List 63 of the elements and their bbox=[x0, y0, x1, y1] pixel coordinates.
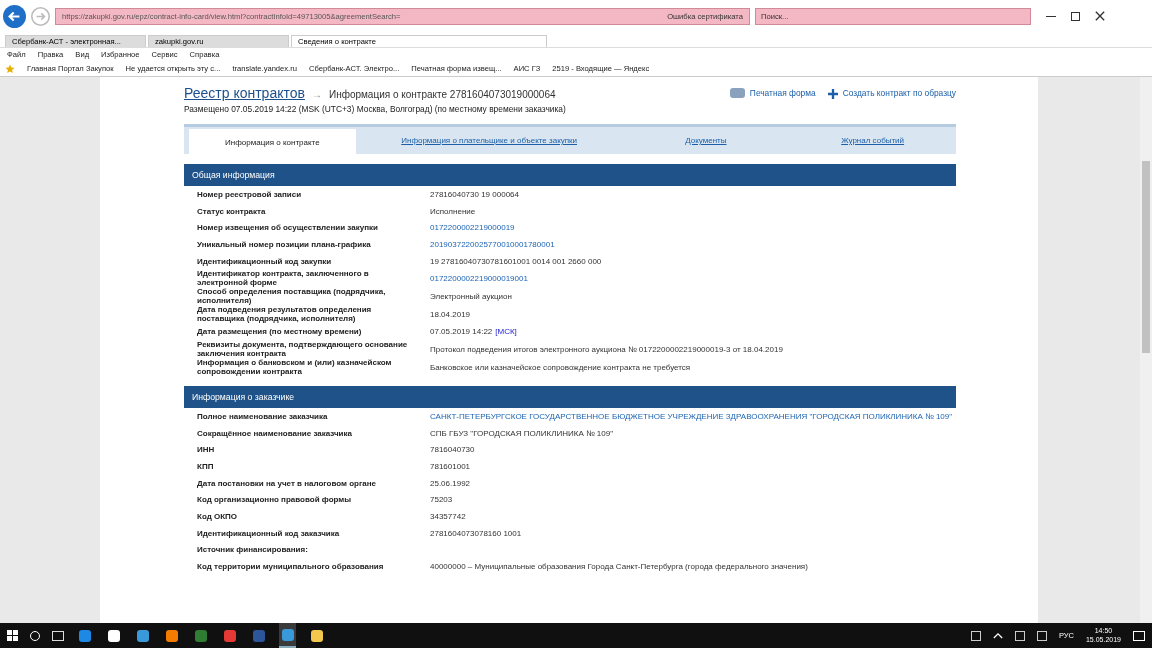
plus-icon[interactable] bbox=[827, 89, 838, 99]
field-value: 19 27816040730781601001 0014 001 2660 000 bbox=[430, 256, 602, 266]
page-tab[interactable]: Документы bbox=[622, 127, 790, 154]
breadcrumb-link[interactable]: Реестр контрактов bbox=[184, 85, 305, 101]
field-label: Дата постановки на учет в налоговом органе bbox=[197, 478, 377, 488]
page-tab[interactable]: Информация о контракте bbox=[189, 128, 356, 156]
field-value: Протокол подведения итогов электронного аукциона № 0172200002219000019-3 от 18.04.2019 bbox=[430, 344, 783, 354]
maximize-button[interactable] bbox=[1071, 11, 1080, 21]
field-label: Способ определения поставщика (подрядчика, исполнителя) bbox=[197, 287, 387, 306]
value-link[interactable]: САНКТ-ПЕТЕРБУРГСКОЕ ГОСУДАРСТВЕННОЕ БЮДЖЕТНОЕ УЧРЕЖДЕНИЕ ЗДРАВООХРАНЕНИЯ "ГОРОДСКАЯ ПОЛИКЛИНИКА № 109" bbox=[430, 411, 953, 421]
star-icon[interactable] bbox=[5, 63, 15, 74]
field-value: 07.05.2019 14:22 bbox=[430, 327, 493, 337]
field-value: 2781604073078160 1001 bbox=[430, 528, 522, 538]
field-label: Уникальный номер позиции плана-графика bbox=[197, 239, 372, 249]
back-button[interactable] bbox=[3, 4, 26, 28]
field-label: Полное наименование заказчика bbox=[197, 411, 329, 421]
field-label: Код территории муниципального образования bbox=[197, 562, 385, 572]
field-label: Идентификационный код закупки bbox=[197, 256, 333, 266]
field-label: Сокращённое наименование заказчика bbox=[197, 428, 353, 438]
field-value: 40000000 – Муниципальные образования Города Санкт-Петербурга (города федерального значения) bbox=[430, 562, 808, 572]
field-label: Код ОКПО bbox=[197, 512, 239, 522]
field-label: Источник финансирования: bbox=[197, 545, 308, 555]
arrow-text: → bbox=[311, 89, 322, 100]
posted-date: Размещено 07.05.2019 14:22 (MSK (UTC+3) Москва, Волгоград) (по местному времени заказчика) bbox=[184, 104, 567, 114]
value-link[interactable]: 2019037220025770010001780001 bbox=[430, 239, 555, 249]
field-value: Исполнение bbox=[430, 206, 476, 216]
page-tab[interactable]: Журнал событий bbox=[789, 127, 956, 154]
field-label: КПП bbox=[197, 462, 215, 472]
field-label: Номер реестровой записи bbox=[197, 189, 303, 199]
field-value: СПБ ГБУЗ "ГОРОДСКАЯ ПОЛИКЛИНИКА № 109" bbox=[430, 428, 613, 438]
field-value: 7816040730 bbox=[430, 445, 475, 455]
scrollbar[interactable] bbox=[1140, 77, 1152, 623]
close-button[interactable] bbox=[1095, 11, 1105, 21]
field-label: Идентификационный код заказчика bbox=[197, 528, 341, 538]
field-label: Идентификатор контракта, заключенного в электронной форме bbox=[197, 269, 370, 288]
field-label: Номер извещения об осуществлении закупки bbox=[197, 223, 379, 233]
field-value: 27816040730 19 000064 bbox=[430, 189, 519, 199]
page-tab[interactable]: Информация о плательщике и объекте закупки bbox=[355, 127, 623, 154]
field-label: Статус контракта bbox=[197, 206, 267, 216]
field-value: 75203 bbox=[430, 495, 453, 505]
field-label: ИНН bbox=[197, 445, 216, 455]
field-value: 18.04.2019 bbox=[430, 309, 471, 319]
field-value: 781601001 bbox=[430, 462, 471, 472]
field-value: Электронный аукцион bbox=[430, 291, 512, 301]
create-link[interactable]: Создать контракт по образцу bbox=[842, 88, 956, 98]
field-label: Информация о банковском и (или) казначейском сопровождении контракта bbox=[197, 358, 393, 377]
section-header: Общая информация bbox=[184, 164, 956, 186]
print-link[interactable]: Печатная форма bbox=[749, 88, 816, 98]
field-label: Дата размещения (по местному времени) bbox=[197, 327, 363, 337]
minimize-button[interactable] bbox=[1046, 15, 1056, 17]
page-title: Информация о контракте 2781604073019000064 bbox=[328, 89, 556, 100]
field-value: 34357742 bbox=[430, 512, 466, 522]
field-label: Дата подведения результатов определения поставщика (подрядчика, исполнителя) bbox=[197, 305, 373, 324]
timezone-link[interactable]: [МСК] bbox=[495, 327, 517, 337]
field-value: Банковское или казначейское сопровождение контракта не требуется bbox=[430, 362, 691, 372]
field-label: Реквизиты документа, подтверждающего основание заключения контракта bbox=[197, 340, 409, 359]
field-value: 25.06.1992 bbox=[430, 478, 471, 488]
value-link[interactable]: 0172200002219000019001 bbox=[430, 273, 528, 283]
chevron-icon[interactable] bbox=[992, 632, 1003, 639]
field-label: Код организационно правовой формы bbox=[197, 495, 353, 505]
value-link[interactable]: 0172200002219000019 bbox=[430, 223, 515, 233]
start-icon[interactable] bbox=[7, 630, 18, 641]
section-header: Информация о заказчике bbox=[184, 386, 956, 409]
